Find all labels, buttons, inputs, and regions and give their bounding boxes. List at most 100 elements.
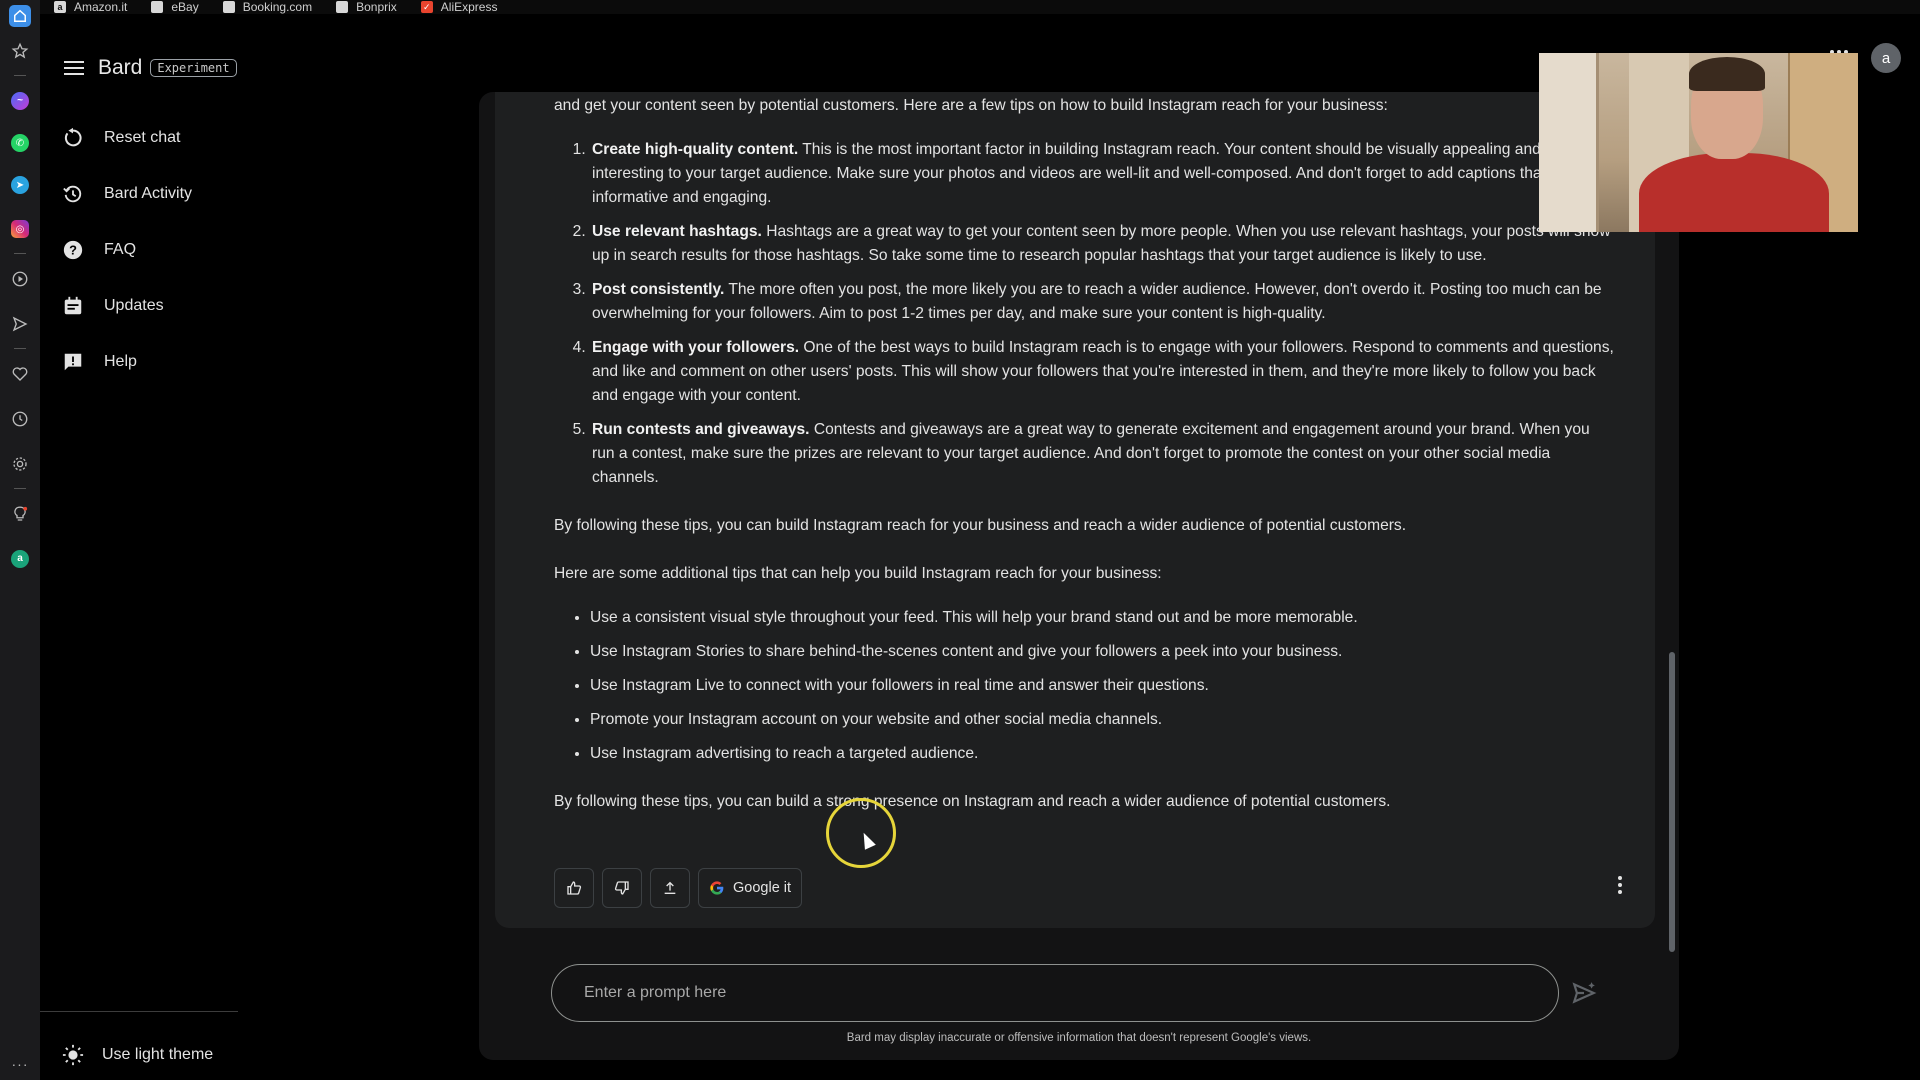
prompt-input[interactable]: Enter a prompt here (551, 964, 1559, 1022)
profile-icon: a (11, 549, 29, 568)
bookmark-label: Bonprix (356, 0, 397, 14)
bookmark-label: Amazon.it (74, 0, 128, 14)
share-button[interactable] (650, 868, 690, 908)
avatar[interactable]: a (1871, 43, 1901, 73)
more-icon[interactable]: ··· (12, 1056, 29, 1072)
messenger-icon: ~ (11, 91, 29, 110)
nav-item-reset-chat[interactable]: Reset chat (62, 110, 192, 166)
browser-home-button[interactable] (0, 4, 40, 28)
light-theme-toggle[interactable]: Use light theme (62, 1044, 213, 1066)
amazon-icon: a (54, 1, 66, 13)
thumbs-up-icon (567, 881, 582, 895)
home-icon (9, 5, 31, 27)
browser-sidebar: ~ ✆ ➤ ◎ a ··· (0, 0, 40, 1080)
history-icon (63, 185, 82, 203)
tip-title: Post consistently. (592, 281, 725, 298)
bookmark-item[interactable]: Bonprix (336, 0, 397, 14)
tip-item: Engage with your followers. One of the b… (590, 336, 1614, 408)
send-icon (12, 316, 28, 331)
nav-list: Reset chat Bard Activity ? FAQ Updates H… (62, 110, 192, 390)
google-it-label: Google it (733, 880, 792, 896)
response-conclusion: By following these tips, you can build a… (554, 793, 1391, 810)
nav-item-updates[interactable]: Updates (62, 278, 192, 334)
tips-list: Create high-quality content. This is the… (554, 138, 1614, 490)
webcam-person (1639, 153, 1829, 232)
additional-intro: Here are some additional tips that can h… (554, 565, 1162, 582)
chat-panel: and get your content seen by potential c… (479, 92, 1679, 1060)
lightbulb-icon (14, 506, 28, 521)
star-icon (11, 42, 29, 58)
webcam-overlay (1539, 53, 1858, 232)
tip-item: Use relevant hashtags. Hashtags are a gr… (590, 220, 1614, 268)
experiment-badge: Experiment (150, 59, 237, 77)
thumbs-down-button[interactable] (602, 868, 642, 908)
nav-item-bard-activity[interactable]: Bard Activity (62, 166, 192, 222)
whatsapp-button[interactable]: ✆ (0, 123, 40, 163)
bookmark-item[interactable]: Booking.com (222, 0, 313, 14)
additional-tip-item: Use Instagram advertising to reach a tar… (590, 742, 1614, 766)
heart-icon (12, 366, 28, 381)
additional-tip-item: Promote your Instagram account on your w… (590, 708, 1614, 732)
nav-item-label: Reset chat (104, 129, 181, 146)
nav-item-faq[interactable]: ? FAQ (62, 222, 192, 278)
upload-icon (664, 881, 676, 894)
bookmark-item[interactable]: a Amazon.it (54, 0, 127, 14)
menu-icon[interactable] (64, 61, 84, 75)
bookmark-item[interactable]: ✓ AliExpress (420, 0, 498, 14)
bard-sidebar: Bard Experiment Reset chat Bard Activity… (40, 14, 240, 1080)
disclaimer-text: Bard may display inaccurate or offensive… (846, 1032, 1312, 1044)
response-text: and get your content seen by potential c… (554, 94, 1614, 838)
prompt-placeholder: Enter a prompt here (584, 984, 727, 1001)
response-summary: By following these tips, you can build I… (554, 517, 1407, 534)
feedback-icon (64, 353, 82, 371)
tips-button[interactable] (0, 491, 40, 536)
favorites-button[interactable] (0, 351, 40, 396)
tip-title: Run contests and giveaways. (592, 421, 810, 438)
whatsapp-icon: ✆ (11, 134, 29, 152)
chat-scrollbar[interactable] (1669, 652, 1675, 952)
reset-icon (64, 127, 82, 147)
thumbs-up-button[interactable] (554, 868, 594, 908)
play-circle-icon (12, 271, 28, 286)
clock-icon (12, 411, 28, 426)
aliexpress-icon: ✓ (420, 1, 433, 13)
bookmark-item[interactable]: eBay (151, 0, 199, 14)
rail-divider (14, 488, 26, 489)
bookmark-label: Booking.com (242, 0, 313, 14)
player-button[interactable] (0, 256, 40, 301)
profile-rail-button[interactable]: a (0, 536, 40, 581)
webcam-background (1539, 53, 1599, 232)
tip-title: Create high-quality content. (592, 141, 799, 158)
settings-button[interactable] (0, 441, 40, 486)
nav-item-label: Bard Activity (104, 185, 193, 202)
additional-tip-item: Use Instagram Stories to share behind-th… (590, 640, 1614, 664)
response-intro: and get your content seen by potential c… (554, 97, 1388, 114)
more-options-icon[interactable] (1617, 876, 1623, 894)
nav-item-label: Help (104, 353, 137, 370)
light-theme-label: Use light theme (102, 1046, 214, 1063)
additional-tip-item: Use a consistent visual style throughout… (590, 606, 1614, 630)
page-icon (151, 1, 164, 13)
additional-tip-item: Use Instagram Live to connect with your … (590, 674, 1614, 698)
additional-tips-list: Use a consistent visual style throughout… (554, 606, 1614, 766)
tip-item: Post consistently. The more often you po… (590, 278, 1614, 326)
app-title: Bard (98, 56, 143, 79)
rail-divider (14, 75, 26, 76)
telegram-button[interactable]: ➤ (0, 163, 40, 207)
tip-title: Use relevant hashtags. (592, 223, 762, 240)
bookmark-label: eBay (171, 0, 199, 14)
nav-item-help[interactable]: Help (62, 334, 192, 390)
history-rail-button[interactable] (0, 396, 40, 441)
bard-header: Bard Experiment (64, 56, 237, 80)
sun-icon (62, 1044, 84, 1066)
bookmark-label: AliExpress (440, 0, 498, 14)
star-button[interactable] (0, 28, 40, 73)
google-it-button[interactable]: Google it (698, 868, 803, 908)
rail-divider (14, 253, 26, 254)
instagram-button[interactable]: ◎ (0, 207, 40, 251)
nav-divider (40, 1011, 238, 1012)
send-button-rail[interactable] (0, 301, 40, 346)
messenger-button[interactable]: ~ (0, 78, 40, 123)
send-prompt-icon[interactable] (1571, 980, 1597, 1006)
tip-body: The more often you post, the more likely… (592, 281, 1602, 322)
